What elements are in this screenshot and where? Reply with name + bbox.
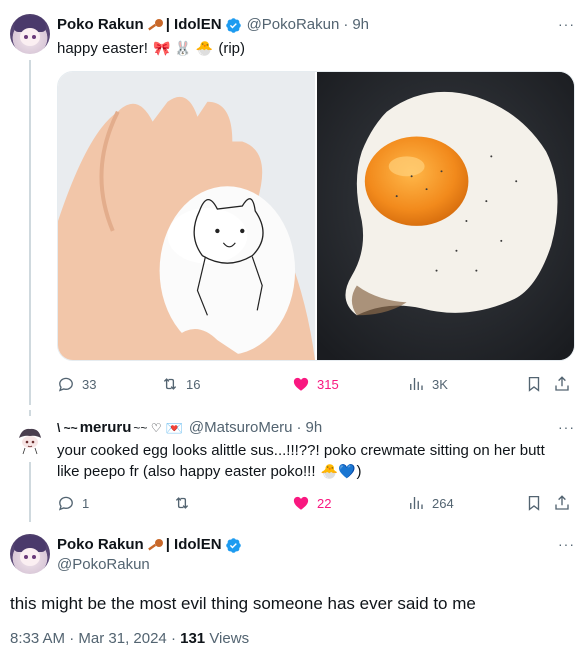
fried-egg-picture — [317, 72, 574, 360]
more-options-icon[interactable]: ··· — [558, 420, 574, 438]
thread-line — [29, 60, 31, 405]
thread-line — [29, 462, 31, 522]
tweet-text-line2-wrap: like peepo fr (also happy easter poko!!!… — [57, 461, 577, 482]
display-name-decor-left: \ ~~ — [57, 421, 78, 435]
reply-button[interactable]: 33 — [57, 374, 96, 394]
avatar[interactable] — [10, 534, 50, 574]
handle[interactable]: @MatsuroMeru — [189, 418, 293, 438]
reply-count: 33 — [82, 376, 97, 392]
view-count: 264 — [432, 495, 454, 511]
tweet-header: \ ~~ meruru ~~ ♡ 💌 @MatsuroMeru · 9h — [57, 418, 322, 438]
tweet-text: happy easter! 🎀 🐰 🐣 (rip) — [57, 38, 245, 59]
reply-icon — [58, 377, 73, 392]
avatar[interactable] — [10, 14, 50, 54]
tweet-reply: \ ~~ meruru ~~ ♡ 💌 @MatsuroMeru · 9h ···… — [0, 410, 586, 522]
heart-filled-icon — [293, 377, 309, 391]
share-button[interactable] — [553, 374, 571, 394]
reply-count: 1 — [82, 495, 90, 511]
analytics-icon — [410, 497, 423, 509]
reply-button[interactable]: 1 — [57, 493, 89, 513]
handle[interactable]: @PokoRakun — [247, 15, 340, 35]
repost-count: 16 — [186, 376, 201, 392]
separator-dot: · — [170, 630, 176, 647]
display-name[interactable]: Poko Rakun — [57, 15, 144, 35]
bookmark-button[interactable] — [525, 493, 543, 513]
media-image-egg-drawing[interactable] — [58, 72, 315, 360]
repost-icon — [163, 378, 177, 390]
handle-row: @PokoRakun — [57, 555, 150, 575]
repost-icon — [175, 497, 189, 509]
tweet-text-main: happy easter! — [57, 40, 148, 57]
like-button[interactable]: 315 — [292, 374, 339, 394]
thread-line — [29, 410, 31, 416]
like-button[interactable]: 22 — [292, 493, 331, 513]
share-icon — [555, 495, 569, 510]
analytics-icon — [410, 378, 423, 390]
media-grid — [57, 71, 575, 361]
key-icon — [147, 19, 163, 31]
meruru-avatar-art — [14, 424, 46, 456]
verified-badge-icon — [225, 537, 241, 553]
envelope-emoji: 💌 — [165, 420, 183, 436]
verified-badge-icon — [225, 17, 241, 33]
tweet-main: Poko Rakun | IdolEN @PokoRakun · 9h ··· … — [0, 0, 586, 410]
views-button[interactable]: 3K — [407, 374, 448, 394]
share-button[interactable] — [553, 493, 571, 513]
reply-icon — [58, 496, 73, 511]
separator-dot: · — [69, 630, 75, 647]
separator-dot: · — [343, 16, 349, 33]
key-icon — [147, 539, 163, 551]
timestamp[interactable]: 9h — [306, 418, 323, 438]
display-name-suffix[interactable]: | IdolEN — [166, 15, 222, 35]
tweet-text-line1: your cooked egg looks alittle sus...!!!?… — [57, 442, 545, 459]
like-count: 315 — [317, 376, 339, 392]
display-name[interactable]: meruru — [80, 418, 132, 438]
like-count: 22 — [317, 495, 332, 511]
heart-filled-icon — [293, 496, 309, 510]
tweet-header: Poko Rakun | IdolEN — [57, 535, 242, 555]
share-icon — [555, 376, 569, 391]
view-count: 3K — [432, 376, 448, 392]
tweet-text-line2: like peepo fr (also happy easter poko!!! — [57, 463, 316, 480]
more-options-icon[interactable]: ··· — [558, 17, 574, 35]
tweet-actions: 33 16 315 3K — [57, 374, 575, 394]
tweet-text: this might be the most evil thing someon… — [10, 594, 476, 613]
tweet-meta: 8:33 AM · Mar 31, 2024 · 131 Views — [10, 629, 249, 649]
tweet-text-tail: ) — [356, 463, 362, 480]
views-button[interactable]: 264 — [407, 493, 454, 513]
display-name-suffix[interactable]: | IdolEN — [166, 535, 222, 555]
tweet-text: your cooked egg looks alittle sus...!!!?… — [57, 441, 577, 482]
post-date[interactable]: Mar 31, 2024 — [78, 630, 166, 647]
emoji-group: 🎀 🐰 🐣 — [153, 40, 214, 56]
repost-button[interactable]: 16 — [161, 374, 200, 394]
handle[interactable]: @PokoRakun — [57, 555, 150, 575]
display-name-decor-right: ~~ ♡ — [133, 421, 162, 435]
tweet-actions: 1 22 264 — [57, 493, 575, 513]
display-name[interactable]: Poko Rakun — [57, 535, 144, 555]
separator-dot: · — [296, 419, 302, 436]
bookmark-icon — [528, 495, 540, 511]
timestamp[interactable]: 9h — [352, 15, 369, 35]
post-time[interactable]: 8:33 AM — [10, 630, 65, 647]
tweet-header: Poko Rakun | IdolEN @PokoRakun · 9h — [57, 15, 369, 35]
bookmark-icon — [528, 376, 540, 392]
egg-drawing-picture — [58, 72, 315, 360]
tweet-text-tail: (rip) — [218, 40, 245, 57]
avatar[interactable] — [14, 424, 46, 456]
bookmark-button[interactable] — [525, 374, 543, 394]
views-count: 131 — [180, 630, 206, 647]
media-image-fried-egg[interactable] — [317, 72, 574, 360]
emoji-group: 🐣💙 — [320, 463, 356, 479]
repost-button[interactable] — [173, 493, 198, 513]
more-options-icon[interactable]: ··· — [558, 537, 574, 555]
views-label: Views — [209, 630, 250, 647]
